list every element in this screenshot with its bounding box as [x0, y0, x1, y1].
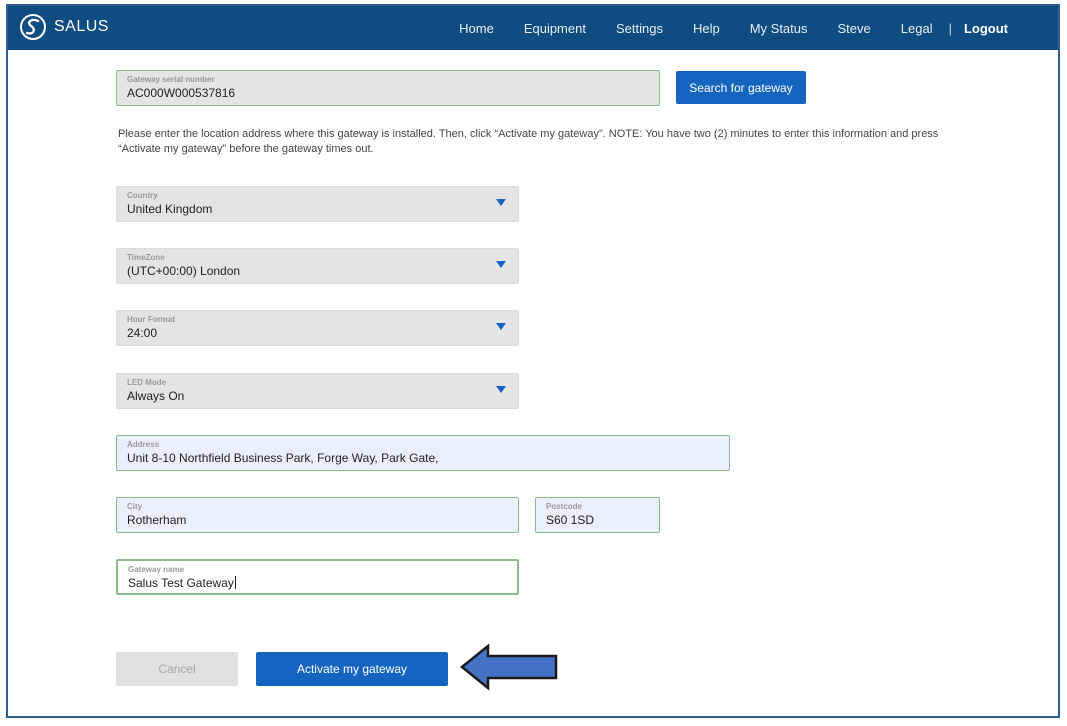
nav-legal[interactable]: Legal: [901, 21, 933, 36]
activate-gateway-button[interactable]: Activate my gateway: [256, 652, 448, 686]
country-select[interactable]: Country United Kingdom: [116, 186, 519, 222]
chevron-down-icon: [496, 323, 506, 330]
nav-help[interactable]: Help: [693, 21, 720, 36]
nav-user-steve[interactable]: Steve: [838, 21, 871, 36]
chevron-down-icon: [496, 199, 506, 206]
brand-logo[interactable]: SALUS: [18, 12, 109, 42]
led-mode-value: Always On: [127, 389, 185, 403]
postcode-input[interactable]: Postcode S60 1SD: [535, 497, 660, 533]
search-gateway-button[interactable]: Search for gateway: [676, 71, 806, 104]
city-label: City: [127, 502, 143, 511]
chevron-down-icon: [496, 386, 506, 393]
nav-home[interactable]: Home: [459, 21, 494, 36]
chevron-down-icon: [496, 261, 506, 268]
nav-settings[interactable]: Settings: [616, 21, 663, 36]
brand-name: SALUS: [54, 18, 109, 35]
address-label: Address: [127, 440, 160, 449]
nav-my-status[interactable]: My Status: [750, 21, 808, 36]
gateway-name-value: Salus Test Gateway: [128, 576, 234, 590]
country-label: Country: [127, 191, 158, 200]
address-value: Unit 8-10 Northfield Business Park, Forg…: [127, 451, 439, 465]
page-frame: SALUS Home Equipment Settings Help My St…: [6, 4, 1060, 718]
city-input[interactable]: City Rotherham: [116, 497, 519, 533]
nav-equipment[interactable]: Equipment: [524, 21, 586, 36]
left-arrow-annotation-icon: [460, 643, 558, 691]
timezone-label: TimeZone: [127, 253, 165, 262]
nav-menu: Home Equipment Settings Help My Status S…: [459, 6, 1008, 50]
cancel-button[interactable]: Cancel: [116, 652, 238, 686]
nav-logout[interactable]: Logout: [964, 21, 1008, 36]
nav-separator: |: [948, 20, 952, 36]
gateway-serial-value: AC000W000537816: [127, 86, 236, 100]
timezone-value: (UTC+00:00) London: [127, 264, 241, 278]
gateway-name-row: Salus Test Gateway: [128, 575, 507, 591]
instructions-text: Please enter the location address where …: [118, 128, 939, 155]
hour-format-label: Hour Format: [127, 315, 175, 324]
led-mode-label: LED Mode: [127, 378, 167, 387]
top-navbar: SALUS Home Equipment Settings Help My St…: [8, 6, 1058, 50]
postcode-label: Postcode: [546, 502, 583, 511]
led-mode-select[interactable]: LED Mode Always On: [116, 373, 519, 409]
country-value: United Kingdom: [127, 202, 213, 216]
hour-format-select[interactable]: Hour Format 24:00: [116, 310, 519, 346]
address-input[interactable]: Address Unit 8-10 Northfield Business Pa…: [116, 435, 730, 471]
gateway-serial-label: Gateway serial number: [127, 75, 215, 84]
text-cursor: [234, 576, 236, 589]
postcode-value: S60 1SD: [546, 513, 595, 527]
hour-format-value: 24:00: [127, 326, 158, 340]
gateway-name-label: Gateway name: [128, 565, 185, 574]
city-value: Rotherham: [127, 513, 187, 527]
salus-logo-icon: [20, 14, 46, 40]
gateway-serial-field[interactable]: Gateway serial number AC000W000537816: [116, 70, 660, 106]
timezone-select[interactable]: TimeZone (UTC+00:00) London: [116, 248, 519, 284]
gateway-name-input[interactable]: Gateway name Salus Test Gateway: [116, 559, 519, 595]
